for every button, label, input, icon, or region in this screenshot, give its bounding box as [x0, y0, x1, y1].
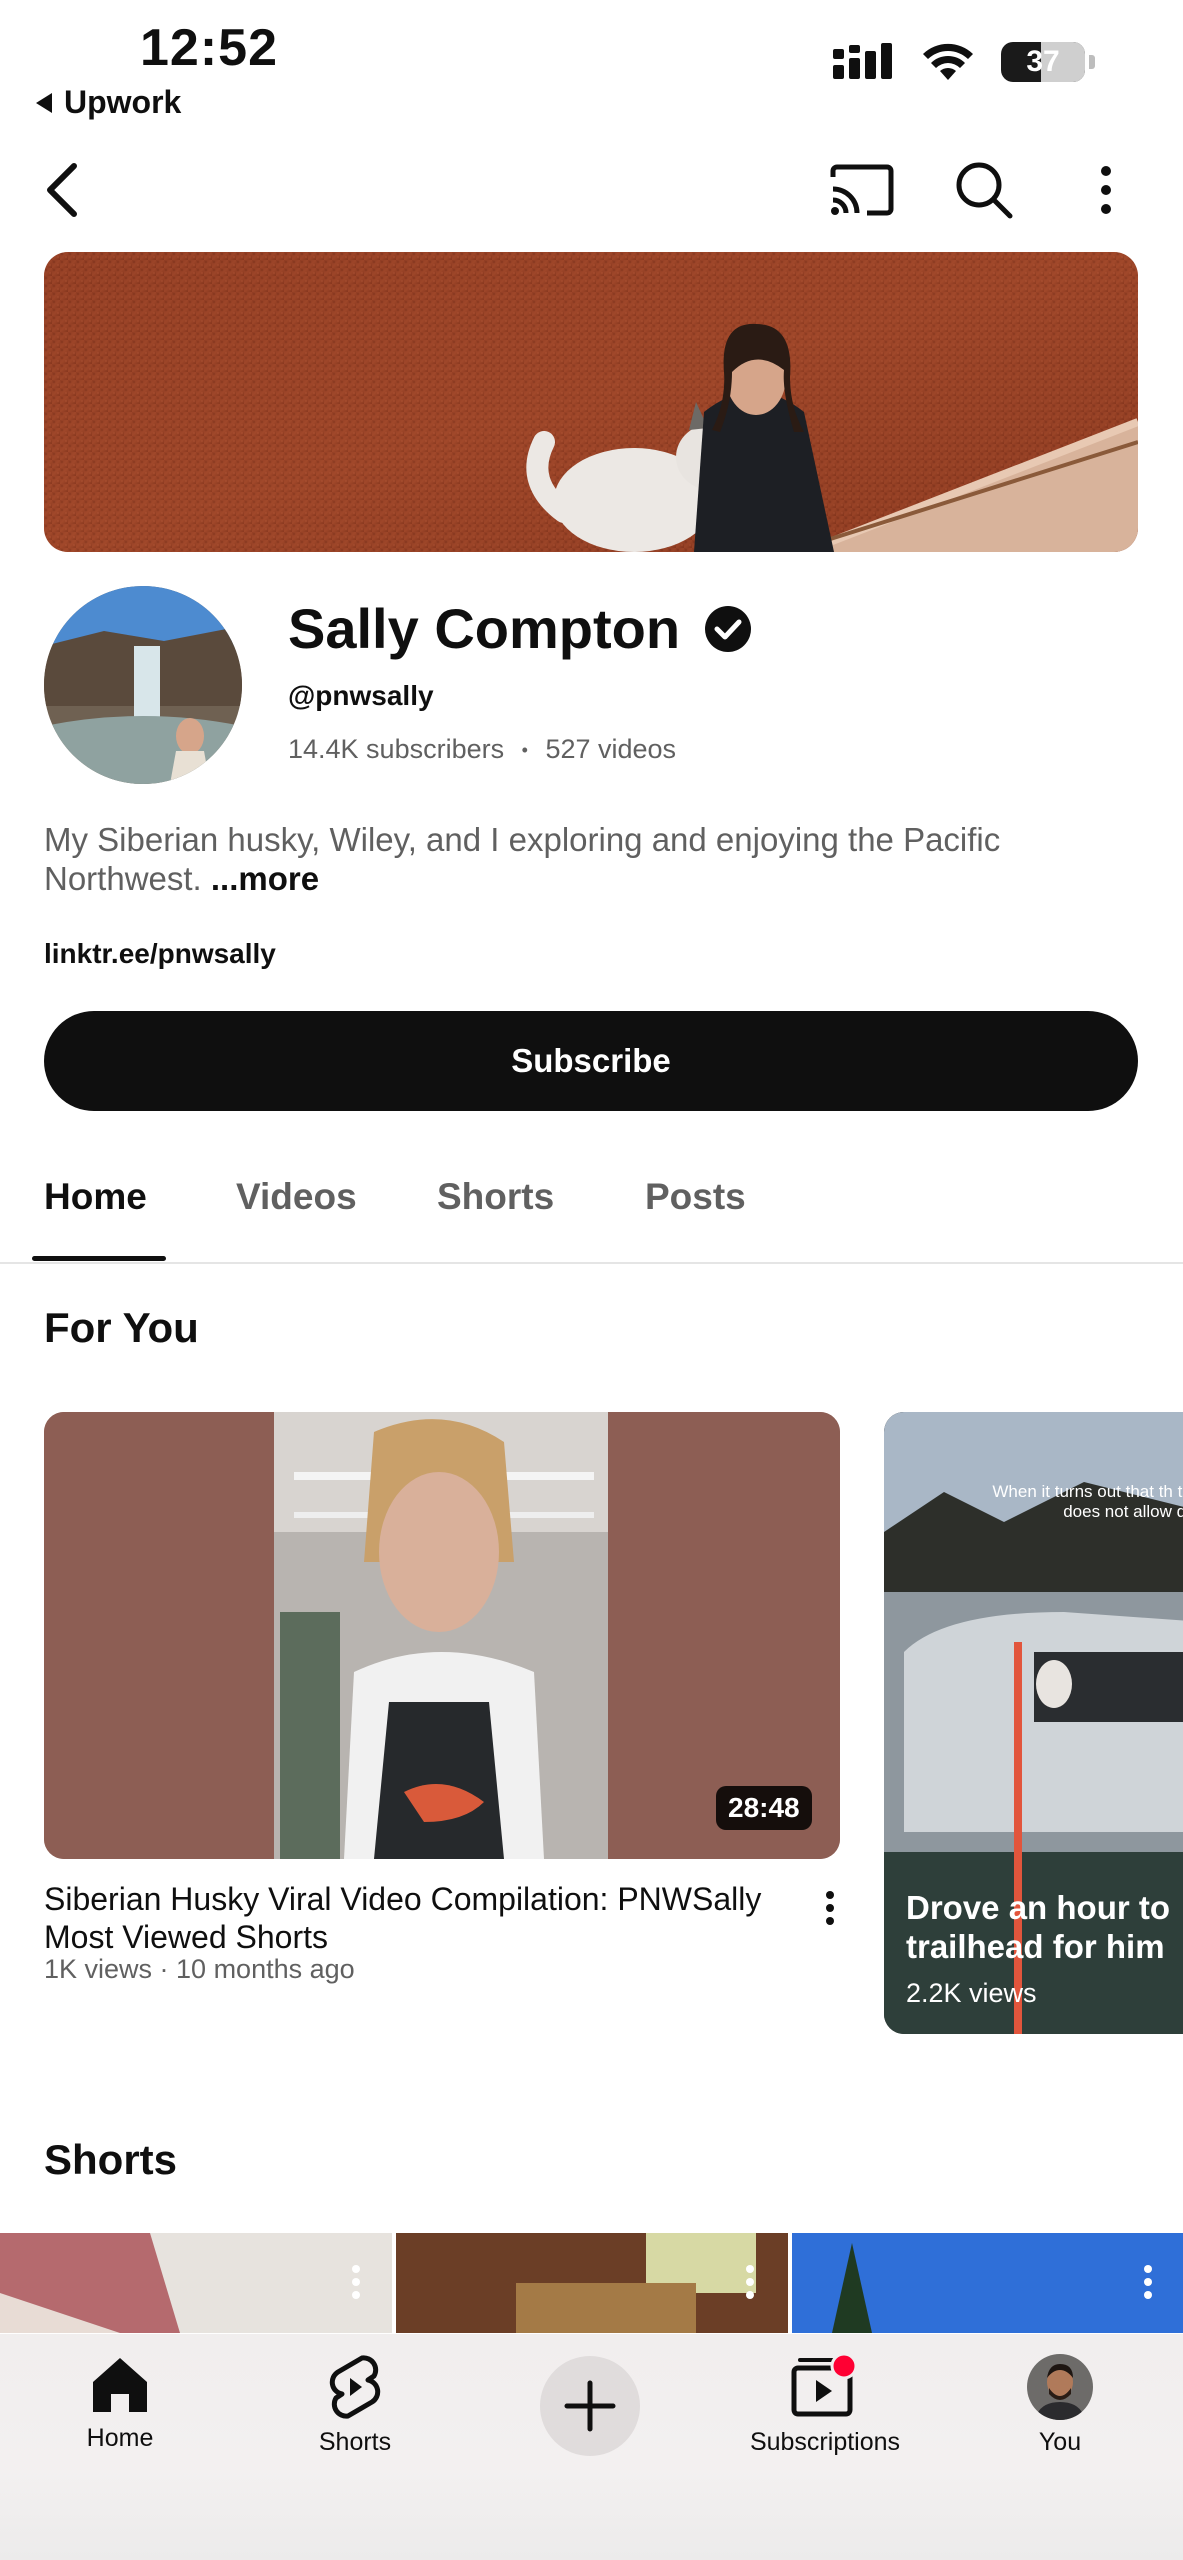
- cast-icon: [830, 164, 894, 216]
- search-button[interactable]: [944, 150, 1024, 230]
- chevron-left-icon: [47, 163, 77, 217]
- home-icon: [93, 2358, 147, 2412]
- nav-you-label: You: [1038, 2428, 1082, 2456]
- status-icons: 37: [833, 42, 1095, 82]
- video-duration: 28:48: [716, 1786, 812, 1830]
- more-options-button[interactable]: [1066, 150, 1146, 230]
- cellular-signal-icon: [833, 43, 892, 79]
- short-3-menu-button[interactable]: [1128, 2262, 1168, 2302]
- nav-subscriptions-label: Subscriptions: [749, 2428, 901, 2456]
- video-meta: 1K views · 10 months ago: [44, 1954, 355, 1984]
- shorts-icon: [329, 2355, 381, 2419]
- nav-shorts-label: Shorts: [318, 2428, 392, 2456]
- short-overlay-caption: When it turns out that th trail does not…: [992, 1482, 1183, 1521]
- create-button[interactable]: [540, 2356, 640, 2456]
- video-count: 527 videos: [545, 734, 677, 764]
- for-you-heading: For You: [44, 1304, 199, 1351]
- shorts-thumbnail-3[interactable]: [792, 2233, 1183, 2333]
- subscriptions-icon: [791, 2354, 858, 2417]
- subscriber-count: 14.4K subscribers: [288, 734, 505, 764]
- back-button[interactable]: [22, 150, 102, 230]
- status-time: 12:52: [140, 19, 278, 77]
- channel-handle: @pnwsally: [288, 680, 434, 711]
- more-link[interactable]: ...more: [211, 860, 319, 897]
- back-app-label: Upwork: [64, 84, 182, 120]
- wifi-icon: [923, 43, 973, 80]
- channel-tabs: Home Videos Shorts Posts: [0, 1166, 1183, 1264]
- nav-subscriptions[interactable]: Subscriptions: [725, 2354, 925, 2457]
- channel-link[interactable]: linktr.ee/pnwsally: [44, 938, 276, 970]
- create-icon: [564, 2380, 616, 2432]
- tab-posts[interactable]: Posts: [645, 1176, 746, 1218]
- tab-videos[interactable]: Videos: [236, 1176, 357, 1218]
- nav-you[interactable]: You: [960, 2354, 1160, 2457]
- stats-separator: •: [521, 740, 528, 761]
- subscribe-button[interactable]: Subscribe: [44, 1011, 1138, 1111]
- tab-shorts[interactable]: Shorts: [437, 1176, 554, 1218]
- channel-description[interactable]: My Siberian husky, Wiley, and I explorin…: [44, 820, 1104, 898]
- video-title[interactable]: Siberian Husky Viral Video Compilation: …: [44, 1880, 784, 1956]
- channel-banner: [44, 252, 1138, 552]
- shorts-thumbnail-1[interactable]: [0, 2233, 392, 2333]
- short-2-menu-button[interactable]: [730, 2262, 770, 2302]
- back-triangle-icon: [36, 92, 52, 113]
- tab-home[interactable]: Home: [44, 1176, 147, 1218]
- video-menu-button[interactable]: [810, 1886, 850, 1930]
- channel-stats: 14.4K subscribers • 527 videos: [288, 734, 676, 765]
- search-icon: [956, 162, 1013, 219]
- channel-name-text: Sally Compton: [288, 597, 681, 660]
- cast-button[interactable]: [822, 150, 902, 230]
- nav-home-label: Home: [86, 2424, 154, 2452]
- description-text: My Siberian husky, Wiley, and I explorin…: [44, 821, 1001, 897]
- channel-avatar[interactable]: [44, 586, 242, 784]
- nav-home[interactable]: Home: [20, 2354, 220, 2453]
- verified-check-icon: [705, 605, 752, 652]
- back-to-app-link[interactable]: Upwork: [34, 84, 181, 121]
- short-views: 2.2K views: [906, 1978, 1037, 2008]
- shorts-heading: Shorts: [44, 2136, 178, 2183]
- nav-shorts[interactable]: Shorts: [255, 2354, 455, 2457]
- short-title-line1: Drove an hour to: [906, 1889, 1171, 1926]
- channel-name: Sally Compton: [288, 596, 752, 661]
- battery-indicator: 37: [1001, 42, 1085, 82]
- short-1-menu-button[interactable]: [336, 2262, 376, 2302]
- bottom-navigation: Home Shorts Subscriptions You: [0, 2334, 1183, 2560]
- active-tab-indicator: [32, 1256, 166, 1261]
- battery-level: 37: [1026, 45, 1060, 78]
- short-title-line2: trailhead for him: [906, 1928, 1165, 1965]
- avatar: [1027, 2354, 1093, 2420]
- short-title[interactable]: Drove an hour to trailhead for him: [906, 1888, 1183, 1966]
